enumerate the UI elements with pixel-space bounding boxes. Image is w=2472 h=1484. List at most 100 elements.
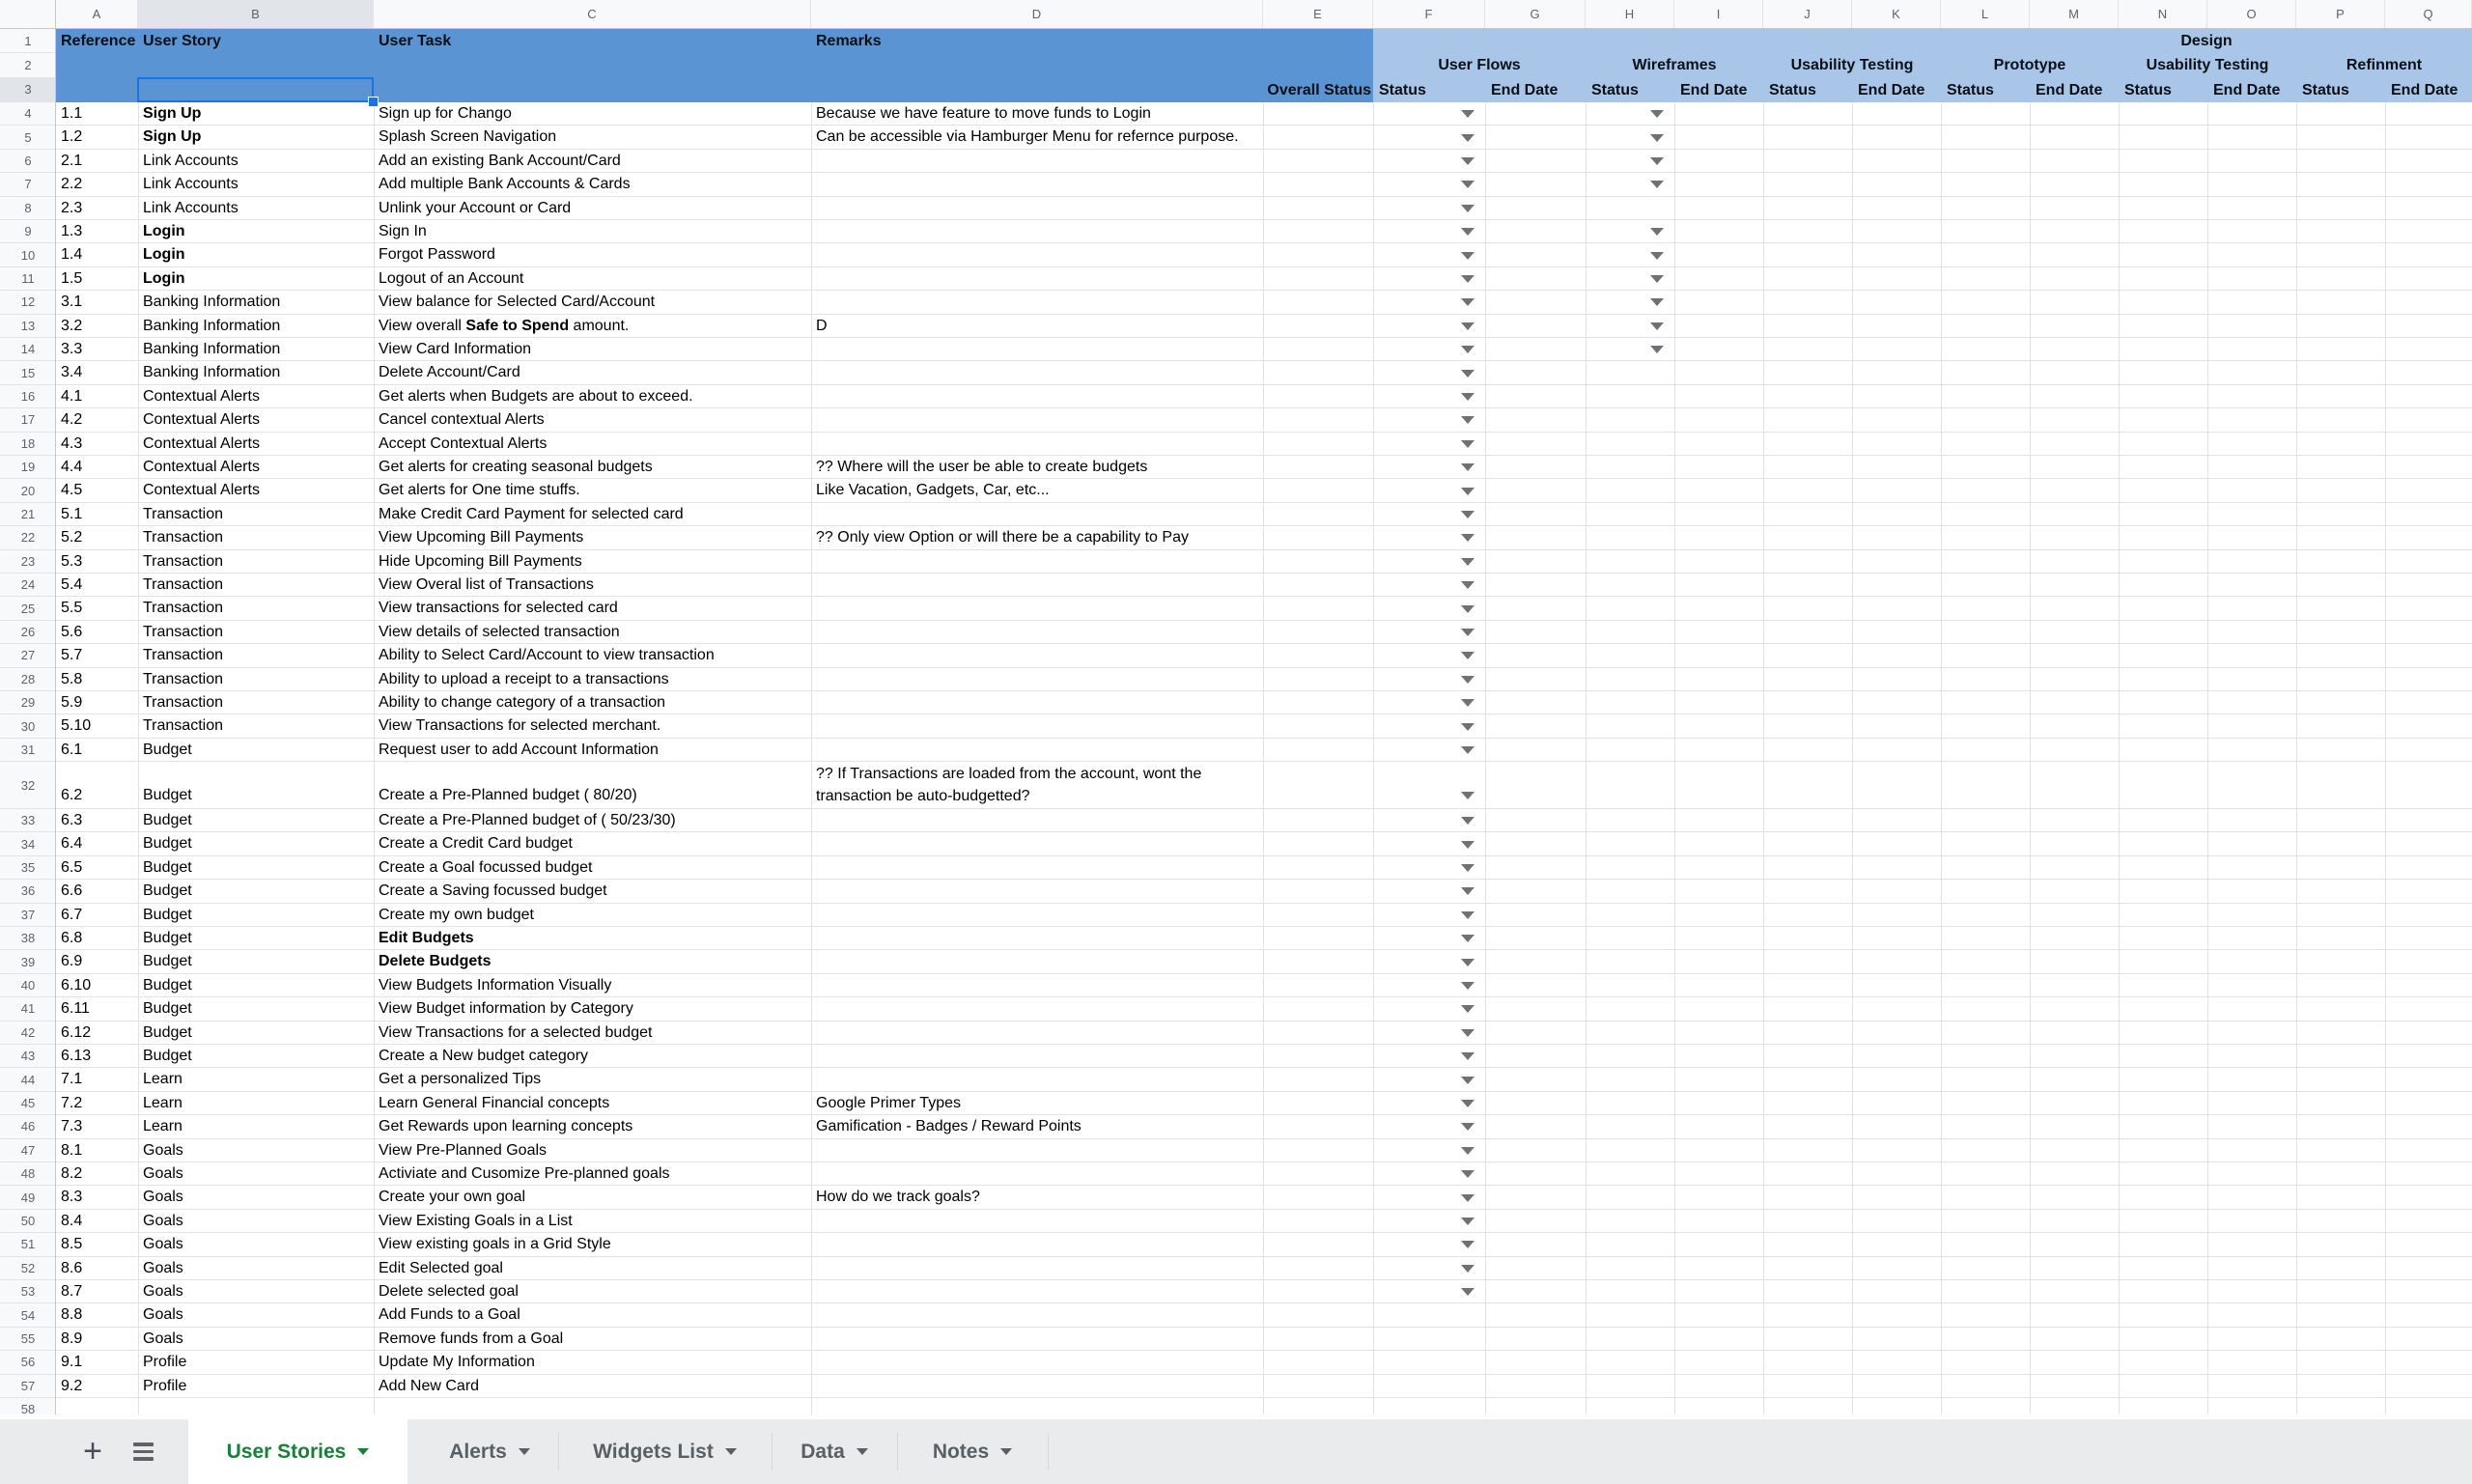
- cell-user-story[interactable]: Contextual Alerts: [143, 433, 260, 455]
- cell-user-task[interactable]: Create a Pre-Planned budget ( 80/20): [379, 785, 637, 806]
- cell-reference[interactable]: 9.2: [61, 1375, 82, 1397]
- cell-reference[interactable]: 2.2: [61, 173, 82, 195]
- table-row[interactable]: 8.4GoalsView Existing Goals in a List: [56, 1210, 2472, 1233]
- table-row[interactable]: 8.6GoalsEdit Selected goal: [56, 1257, 2472, 1280]
- row-header-51[interactable]: 51: [0, 1233, 56, 1256]
- status-dropdown-arrow-icon[interactable]: [1461, 1170, 1475, 1178]
- status-dropdown-arrow-icon[interactable]: [1461, 298, 1475, 306]
- wireframes-dropdown-arrow-icon[interactable]: [1650, 346, 1664, 353]
- cell-reference[interactable]: 6.8: [61, 927, 82, 949]
- row-header-56[interactable]: 56: [0, 1351, 56, 1374]
- status-dropdown-arrow-icon[interactable]: [1461, 652, 1475, 659]
- cell-user-story[interactable]: Learn: [143, 1115, 183, 1137]
- table-row[interactable]: 5.8TransactionAbility to upload a receip…: [56, 668, 2472, 691]
- cell-reference[interactable]: 5.7: [61, 644, 82, 666]
- add-sheet-button[interactable]: +: [73, 1419, 112, 1484]
- cell-user-task[interactable]: View balance for Selected Card/Account: [379, 291, 655, 313]
- row-header-12[interactable]: 12: [0, 291, 56, 314]
- cell-user-task[interactable]: Splash Screen Navigation: [379, 126, 556, 148]
- status-dropdown-arrow-icon[interactable]: [1461, 1005, 1475, 1013]
- column-header-G[interactable]: G: [1485, 0, 1586, 28]
- cell-reference[interactable]: 6.6: [61, 880, 82, 902]
- row-header-36[interactable]: 36: [0, 880, 56, 903]
- row-header-26[interactable]: 26: [0, 621, 56, 644]
- table-row[interactable]: 4.1Contextual AlertsGet alerts when Budg…: [56, 385, 2472, 408]
- status-dropdown-arrow-icon[interactable]: [1461, 935, 1475, 942]
- cell-reference[interactable]: 3.4: [61, 361, 82, 383]
- cell-user-story[interactable]: Goals: [143, 1233, 183, 1255]
- row-header-34[interactable]: 34: [0, 832, 56, 855]
- cell-remarks[interactable]: Google Primer Types: [816, 1092, 961, 1114]
- fill-handle[interactable]: [368, 97, 379, 107]
- status-dropdown-arrow-icon[interactable]: [1461, 1241, 1475, 1248]
- tab-dropdown-arrow-icon[interactable]: [725, 1448, 737, 1455]
- cell-user-task[interactable]: Add multiple Bank Accounts & Cards: [379, 173, 631, 195]
- cell-user-story[interactable]: Login: [143, 267, 185, 290]
- cell-user-task[interactable]: Sign In: [379, 220, 427, 242]
- status-dropdown-arrow-icon[interactable]: [1461, 605, 1475, 613]
- cell-user-task[interactable]: Remove funds from a Goal: [379, 1328, 563, 1350]
- cell-reference[interactable]: 3.3: [61, 338, 82, 360]
- table-row[interactable]: 4.2Contextual AlertsCancel contextual Al…: [56, 408, 2472, 432]
- cell-reference[interactable]: 8.9: [61, 1328, 82, 1350]
- row-header-48[interactable]: 48: [0, 1162, 56, 1186]
- status-dropdown-arrow-icon[interactable]: [1461, 817, 1475, 825]
- row-header-27[interactable]: 27: [0, 644, 56, 667]
- row-header-22[interactable]: 22: [0, 526, 56, 549]
- status-dropdown-arrow-icon[interactable]: [1461, 1029, 1475, 1037]
- row-header-30[interactable]: 30: [0, 714, 56, 738]
- cell-user-story[interactable]: Sign Up: [143, 126, 201, 148]
- row-header-32[interactable]: 32: [0, 762, 56, 809]
- status-dropdown-arrow-icon[interactable]: [1461, 911, 1475, 919]
- row-header-7[interactable]: 7: [0, 173, 56, 196]
- cell-user-task[interactable]: Edit Budgets: [379, 927, 474, 949]
- cell-user-task[interactable]: View Pre-Planned Goals: [379, 1139, 547, 1162]
- row-header-23[interactable]: 23: [0, 550, 56, 574]
- cell-user-task[interactable]: View Card Information: [379, 338, 531, 360]
- row-header-49[interactable]: 49: [0, 1186, 56, 1209]
- row-header-43[interactable]: 43: [0, 1045, 56, 1068]
- cell-reference[interactable]: 9.1: [61, 1351, 82, 1373]
- cell-user-task[interactable]: Learn General Financial concepts: [379, 1092, 609, 1114]
- cell-remarks[interactable]: Can be accessible via Hamburger Menu for…: [816, 126, 1239, 148]
- cell-user-story[interactable]: Goals: [143, 1139, 183, 1162]
- cell-user-story[interactable]: Transaction: [143, 714, 223, 737]
- cell-user-task[interactable]: Unlink your Account or Card: [379, 197, 571, 219]
- cell-user-story[interactable]: Learn: [143, 1092, 183, 1114]
- cell-user-task[interactable]: Edit Selected goal: [379, 1257, 503, 1279]
- cell-user-task[interactable]: View Budget information by Category: [379, 997, 633, 1020]
- row-header-31[interactable]: 31: [0, 739, 56, 762]
- cell-remarks[interactable]: Because we have feature to move funds to…: [816, 102, 1151, 125]
- cell-user-task[interactable]: Get a personalized Tips: [379, 1068, 541, 1090]
- wireframes-dropdown-arrow-icon[interactable]: [1650, 134, 1664, 142]
- cell-user-story[interactable]: Budget: [143, 1045, 192, 1067]
- cell-reference[interactable]: 6.5: [61, 856, 82, 879]
- cell-user-story[interactable]: Banking Information: [143, 338, 280, 360]
- cell-remarks[interactable]: D: [816, 315, 828, 337]
- cell-user-task[interactable]: Ability to Select Card/Account to view t…: [379, 644, 715, 666]
- status-dropdown-arrow-icon[interactable]: [1461, 1288, 1475, 1296]
- cell-user-task[interactable]: Add an existing Bank Account/Card: [379, 150, 621, 172]
- cell-user-story[interactable]: Budget: [143, 974, 192, 996]
- table-row[interactable]: 6.2BudgetCreate a Pre-Planned budget ( 8…: [56, 762, 2472, 809]
- cell-user-story[interactable]: Transaction: [143, 550, 223, 573]
- column-header-O[interactable]: O: [2207, 0, 2296, 28]
- cell-user-story[interactable]: Link Accounts: [143, 197, 239, 219]
- table-row[interactable]: 5.5TransactionView transactions for sele…: [56, 597, 2472, 620]
- row-header-54[interactable]: 54: [0, 1303, 56, 1327]
- cell-user-task[interactable]: Hide Upcoming Bill Payments: [379, 550, 582, 573]
- cell-user-story[interactable]: Transaction: [143, 526, 223, 548]
- cell-remarks[interactable]: Like Vacation, Gadgets, Car, etc...: [816, 479, 1050, 501]
- cell-remarks[interactable]: How do we track goals?: [816, 1186, 980, 1208]
- cell-reference[interactable]: 4.2: [61, 408, 82, 431]
- column-header-I[interactable]: I: [1674, 0, 1763, 28]
- cell-user-task[interactable]: Delete Budgets: [379, 950, 491, 972]
- cell-user-task[interactable]: View Existing Goals in a List: [379, 1210, 573, 1232]
- row-header-42[interactable]: 42: [0, 1022, 56, 1045]
- table-row[interactable]: 8.2GoalsActiviate and Cusomize Pre-plann…: [56, 1162, 2472, 1186]
- cell-reference[interactable]: 2.3: [61, 197, 82, 219]
- cell-user-story[interactable]: Transaction: [143, 621, 223, 643]
- table-row[interactable]: 4.4Contextual AlertsGet alerts for creat…: [56, 456, 2472, 479]
- table-row[interactable]: 5.6TransactionView details of selected t…: [56, 621, 2472, 644]
- wireframes-dropdown-arrow-icon[interactable]: [1650, 322, 1664, 330]
